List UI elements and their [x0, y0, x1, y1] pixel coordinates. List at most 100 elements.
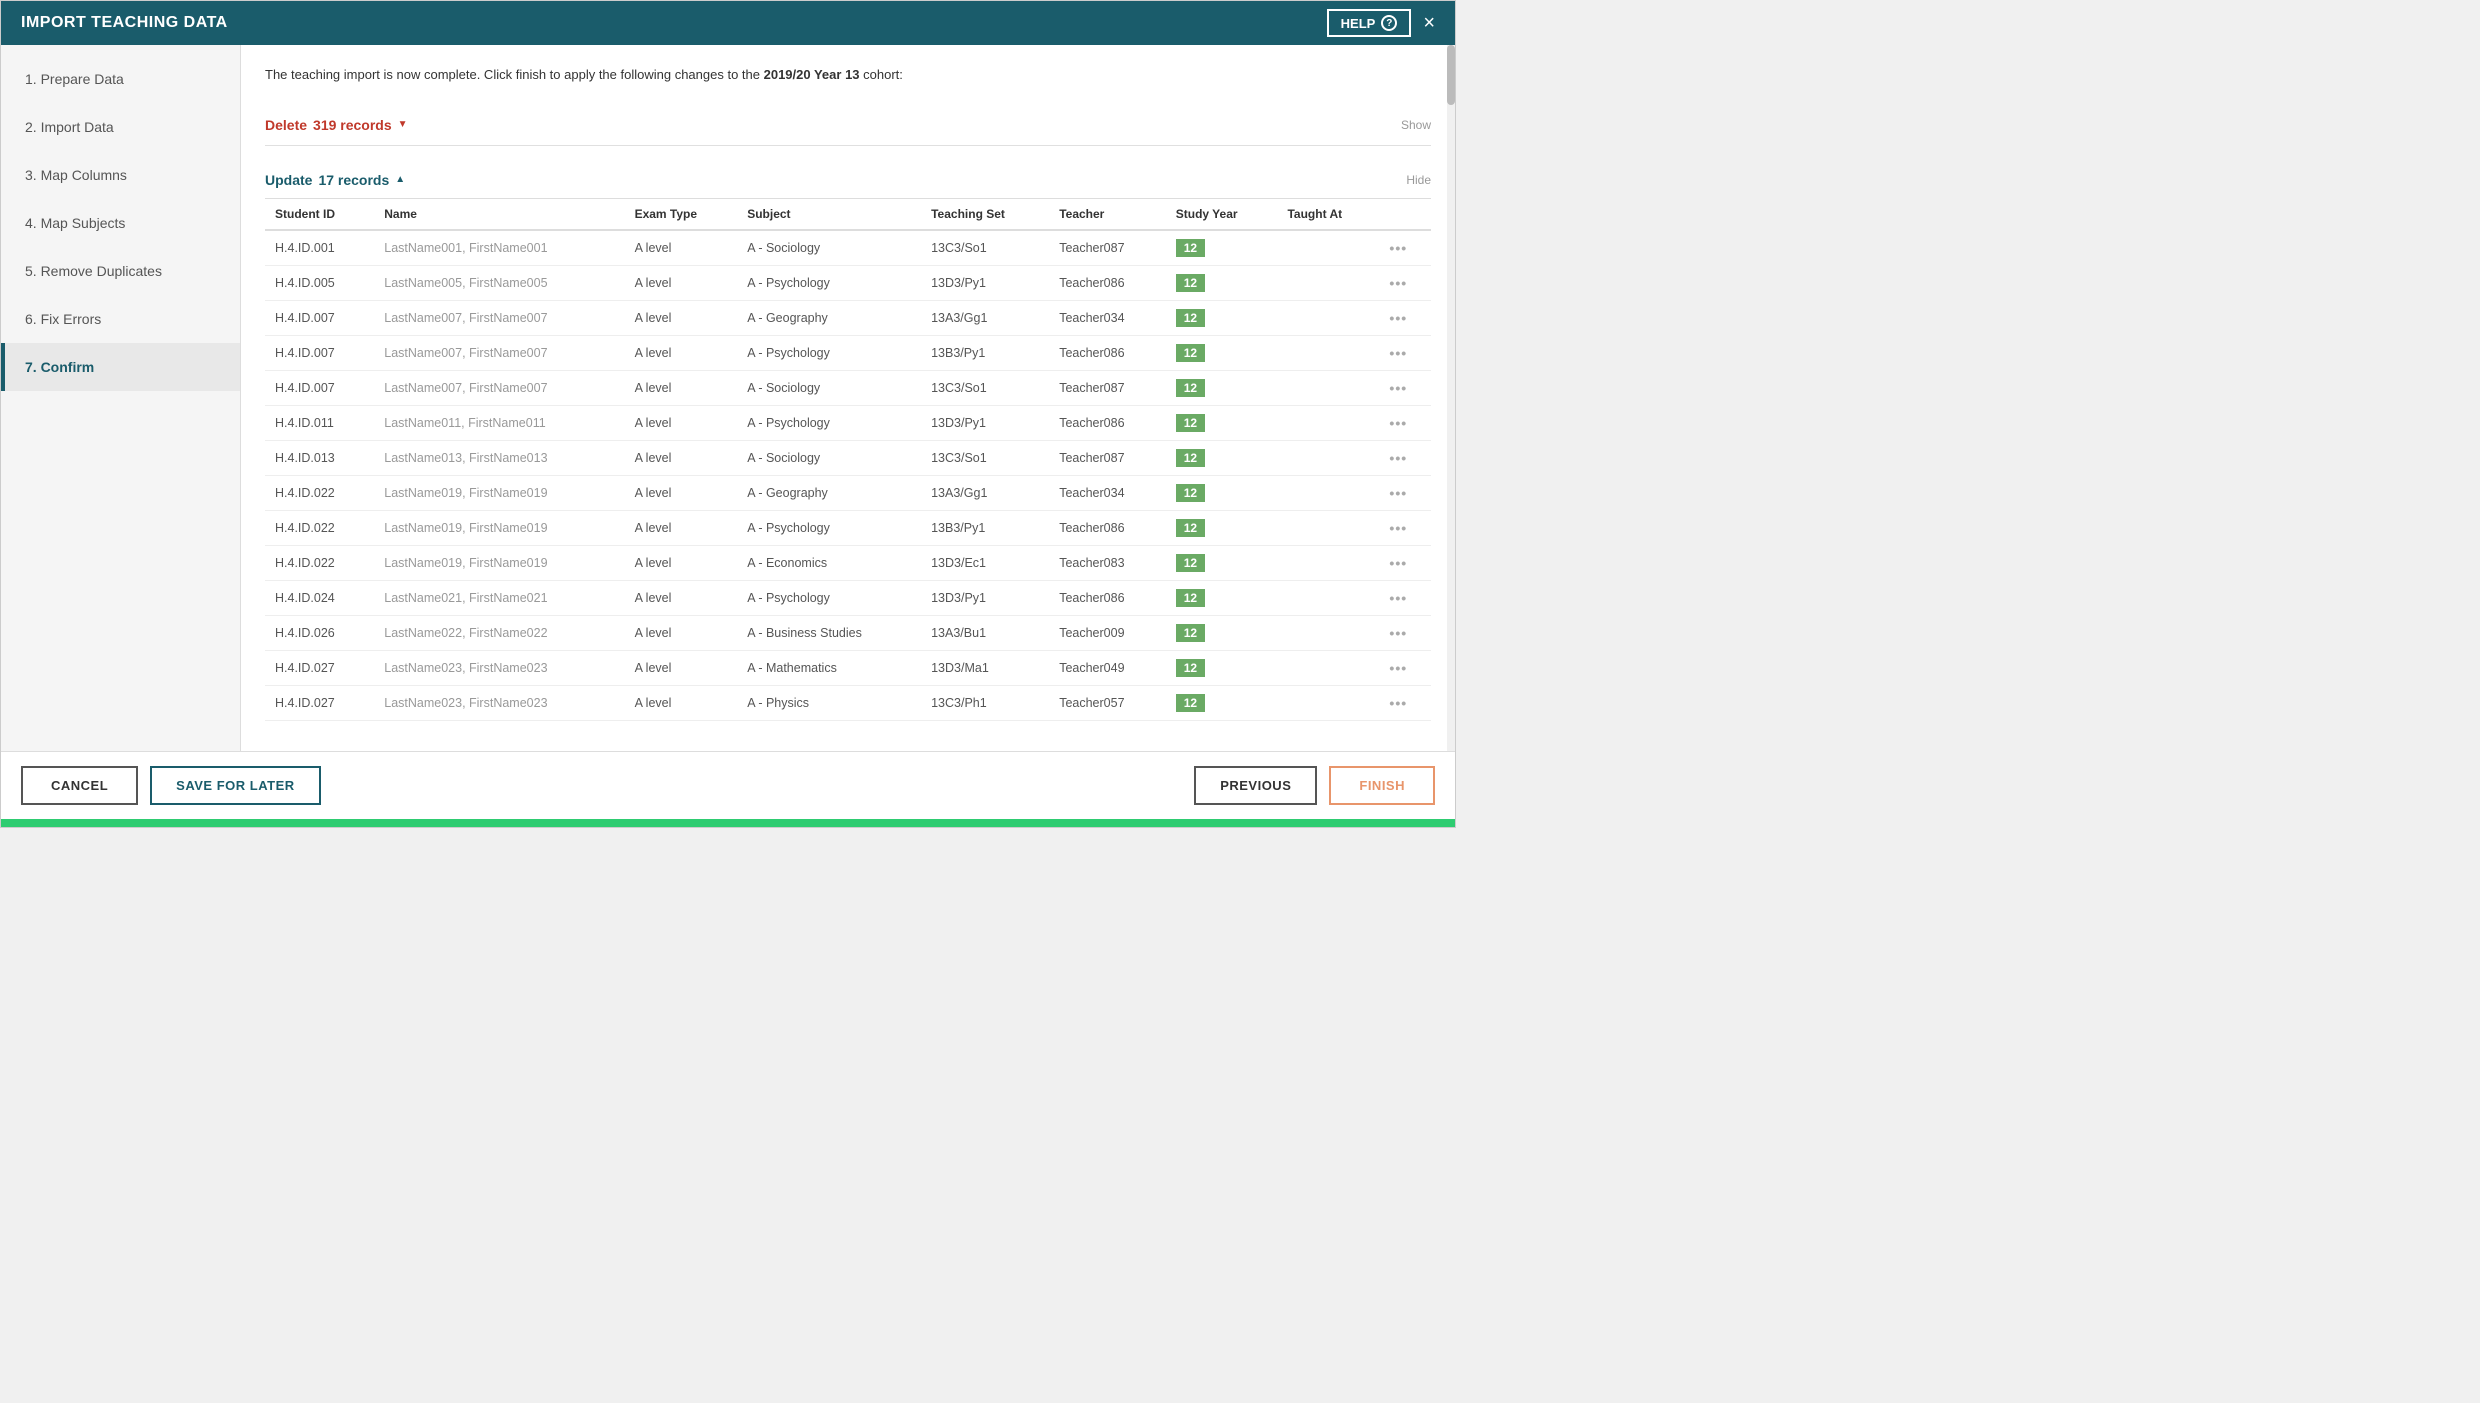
cell-teaching-set: 13B3/Py1	[921, 335, 1049, 370]
cell-exam-type: A level	[625, 335, 738, 370]
cell-subject: A - Geography	[737, 300, 921, 335]
hide-button[interactable]: Hide	[1406, 173, 1431, 187]
sidebar-item-confirm[interactable]: 7. Confirm	[1, 343, 240, 391]
cell-subject: A - Sociology	[737, 370, 921, 405]
cell-more: •••	[1379, 405, 1431, 440]
cell-teacher: Teacher049	[1049, 650, 1166, 685]
cell-more: •••	[1379, 580, 1431, 615]
more-options-button[interactable]: •••	[1389, 310, 1407, 326]
cell-name: LastName007, FirstName007	[374, 300, 624, 335]
update-toggle[interactable]: Update 17 records ▲	[265, 172, 405, 188]
more-options-button[interactable]: •••	[1389, 660, 1407, 676]
col-actions	[1379, 199, 1431, 230]
cell-taught-at	[1277, 440, 1379, 475]
table-row: H.4.ID.011 LastName011, FirstName011 A l…	[265, 405, 1431, 440]
footer-left: CANCEL SAVE FOR LATER	[21, 766, 321, 805]
modal-header: IMPORT TEACHING DATA HELP ? ×	[1, 1, 1455, 45]
cell-exam-type: A level	[625, 440, 738, 475]
cell-more: •••	[1379, 440, 1431, 475]
show-button[interactable]: Show	[1401, 118, 1431, 132]
more-options-button[interactable]: •••	[1389, 520, 1407, 536]
more-options-button[interactable]: •••	[1389, 590, 1407, 606]
more-options-button[interactable]: •••	[1389, 695, 1407, 711]
close-button[interactable]: ×	[1423, 13, 1435, 33]
main-content: The teaching import is now complete. Cli…	[241, 45, 1455, 751]
sidebar-item-map-columns[interactable]: 3. Map Columns	[1, 151, 240, 199]
cell-study-year: 12	[1166, 405, 1278, 440]
table-row: H.4.ID.026 LastName022, FirstName022 A l…	[265, 615, 1431, 650]
cell-study-year: 12	[1166, 300, 1278, 335]
cell-name: LastName022, FirstName022	[374, 615, 624, 650]
header-right: HELP ? ×	[1327, 9, 1435, 37]
cell-study-year: 12	[1166, 510, 1278, 545]
sidebar-item-remove-duplicates[interactable]: 5. Remove Duplicates	[1, 247, 240, 295]
cell-more: •••	[1379, 335, 1431, 370]
finish-button[interactable]: FINISH	[1329, 766, 1435, 805]
cell-name: LastName021, FirstName021	[374, 580, 624, 615]
cell-taught-at	[1277, 580, 1379, 615]
cell-taught-at	[1277, 300, 1379, 335]
cell-exam-type: A level	[625, 685, 738, 720]
col-teacher: Teacher	[1049, 199, 1166, 230]
delete-toggle[interactable]: Delete 319 records ▼	[265, 117, 408, 133]
cell-taught-at	[1277, 615, 1379, 650]
cell-student-id: H.4.ID.007	[265, 335, 374, 370]
cell-taught-at	[1277, 335, 1379, 370]
cell-taught-at	[1277, 545, 1379, 580]
more-options-button[interactable]: •••	[1389, 555, 1407, 571]
more-options-button[interactable]: •••	[1389, 415, 1407, 431]
previous-button[interactable]: PREVIOUS	[1194, 766, 1317, 805]
cell-name: LastName023, FirstName023	[374, 650, 624, 685]
more-options-button[interactable]: •••	[1389, 450, 1407, 466]
cancel-button[interactable]: CANCEL	[21, 766, 138, 805]
import-modal: IMPORT TEACHING DATA HELP ? × 1. Prepare…	[0, 0, 1456, 828]
cell-name: LastName011, FirstName011	[374, 405, 624, 440]
col-taught-at: Taught At	[1277, 199, 1379, 230]
save-later-button[interactable]: SAVE FOR LATER	[150, 766, 320, 805]
cell-study-year: 12	[1166, 615, 1278, 650]
more-options-button[interactable]: •••	[1389, 275, 1407, 291]
sidebar-item-import[interactable]: 2. Import Data	[1, 103, 240, 151]
cell-student-id: H.4.ID.011	[265, 405, 374, 440]
cell-teaching-set: 13A3/Gg1	[921, 300, 1049, 335]
more-options-button[interactable]: •••	[1389, 345, 1407, 361]
sidebar-item-map-subjects[interactable]: 4. Map Subjects	[1, 199, 240, 247]
cell-more: •••	[1379, 650, 1431, 685]
delete-section-header: Delete 319 records ▼ Show	[265, 105, 1431, 146]
more-options-button[interactable]: •••	[1389, 485, 1407, 501]
cell-teaching-set: 13C3/So1	[921, 230, 1049, 266]
col-student-id: Student ID	[265, 199, 374, 230]
cell-teacher: Teacher034	[1049, 475, 1166, 510]
scrollbar-track[interactable]	[1447, 45, 1455, 751]
cell-student-id: H.4.ID.005	[265, 265, 374, 300]
cell-student-id: H.4.ID.022	[265, 510, 374, 545]
cell-student-id: H.4.ID.026	[265, 615, 374, 650]
cell-teaching-set: 13D3/Py1	[921, 580, 1049, 615]
more-options-button[interactable]: •••	[1389, 240, 1407, 256]
cell-taught-at	[1277, 230, 1379, 266]
table-row: H.4.ID.027 LastName023, FirstName023 A l…	[265, 685, 1431, 720]
cell-name: LastName013, FirstName013	[374, 440, 624, 475]
progress-bar	[1, 819, 1455, 827]
cell-teaching-set: 13A3/Gg1	[921, 475, 1049, 510]
help-button[interactable]: HELP ?	[1327, 9, 1412, 37]
cell-subject: A - Physics	[737, 685, 921, 720]
cell-teacher: Teacher057	[1049, 685, 1166, 720]
cell-teaching-set: 13D3/Ec1	[921, 545, 1049, 580]
more-options-button[interactable]: •••	[1389, 380, 1407, 396]
cell-teacher: Teacher034	[1049, 300, 1166, 335]
cell-name: LastName019, FirstName019	[374, 545, 624, 580]
sidebar-item-prepare[interactable]: 1. Prepare Data	[1, 55, 240, 103]
scrollbar-thumb[interactable]	[1447, 45, 1455, 105]
cell-more: •••	[1379, 300, 1431, 335]
sidebar: 1. Prepare Data 2. Import Data 3. Map Co…	[1, 45, 241, 751]
more-options-button[interactable]: •••	[1389, 625, 1407, 641]
cell-subject: A - Geography	[737, 475, 921, 510]
cell-name: LastName007, FirstName007	[374, 335, 624, 370]
update-count: 17 records	[318, 172, 389, 188]
table-row: H.4.ID.022 LastName019, FirstName019 A l…	[265, 545, 1431, 580]
cell-subject: A - Psychology	[737, 510, 921, 545]
cell-taught-at	[1277, 685, 1379, 720]
cell-taught-at	[1277, 265, 1379, 300]
sidebar-item-fix-errors[interactable]: 6. Fix Errors	[1, 295, 240, 343]
